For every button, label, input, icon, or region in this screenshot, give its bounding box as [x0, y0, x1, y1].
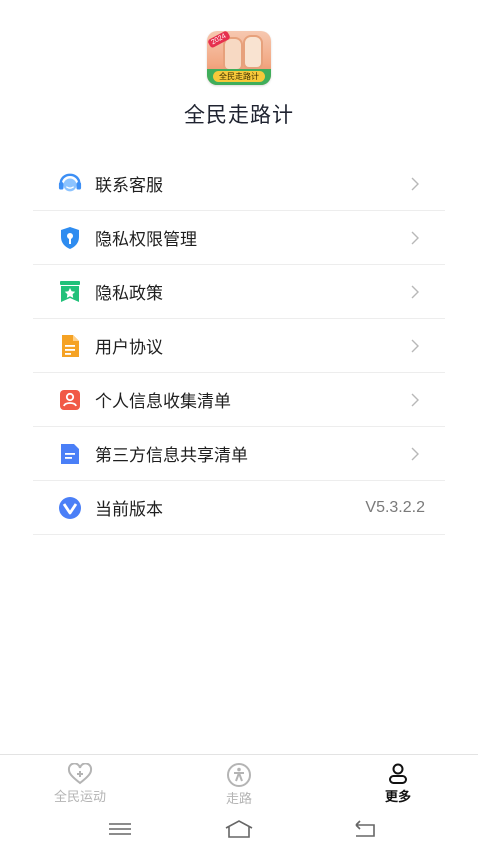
version-value: V5.3.2.2	[365, 498, 425, 516]
menu-item-privacy-permissions[interactable]: 隐私权限管理	[33, 211, 445, 265]
tab-sports[interactable]: 全民运动	[30, 763, 130, 805]
home-icon[interactable]	[224, 818, 254, 840]
menu-label: 个人信息收集清单	[95, 392, 231, 411]
logo-foot-left	[223, 37, 243, 71]
tab-walk[interactable]: 走路	[189, 763, 289, 807]
chevron-right-icon	[411, 177, 419, 191]
agreement-document-icon	[58, 334, 82, 358]
bottom-tab-bar: 全民运动 走路 更多	[0, 754, 478, 810]
customer-service-icon	[58, 172, 82, 196]
chevron-right-icon	[411, 231, 419, 245]
menu-item-privacy-policy[interactable]: 隐私政策	[33, 265, 445, 319]
menu-label: 用户协议	[95, 338, 163, 357]
tab-more[interactable]: 更多	[348, 763, 448, 805]
logo-foot-right	[243, 35, 263, 69]
menu-icon[interactable]	[105, 818, 135, 840]
back-icon[interactable]	[350, 818, 380, 840]
menu-label: 隐私政策	[95, 284, 163, 303]
menu-label: 当前版本	[95, 500, 163, 519]
version-v-icon	[58, 496, 82, 520]
menu-item-current-version: 当前版本 V5.3.2.2	[33, 481, 445, 535]
menu-item-user-agreement[interactable]: 用户协议	[33, 319, 445, 373]
menu-label: 第三方信息共享清单	[95, 446, 248, 465]
personal-info-icon	[58, 388, 82, 412]
third-party-list-icon	[58, 442, 82, 466]
chevron-right-icon	[411, 447, 419, 461]
heart-plus-icon	[67, 763, 93, 785]
user-icon	[389, 763, 407, 784]
policy-bookmark-icon	[58, 280, 82, 304]
menu-item-personal-info-list[interactable]: 个人信息收集清单	[33, 373, 445, 427]
app-logo: 2024 全民走路计	[207, 31, 271, 85]
logo-label: 全民走路计	[213, 71, 265, 82]
menu-label: 联系客服	[95, 176, 163, 195]
tab-label: 全民运动	[53, 789, 106, 804]
privacy-shield-icon	[58, 226, 82, 250]
walk-icon	[227, 763, 251, 787]
menu-item-third-party-list[interactable]: 第三方信息共享清单	[33, 427, 445, 481]
chevron-right-icon	[411, 339, 419, 353]
menu-item-customer-service[interactable]: 联系客服	[33, 157, 445, 211]
chevron-right-icon	[411, 393, 419, 407]
app-title: 全民走路计	[184, 104, 294, 127]
tab-label: 更多	[384, 789, 411, 804]
chevron-right-icon	[411, 285, 419, 299]
tab-label: 走路	[225, 791, 252, 806]
system-navigation-bar	[0, 809, 478, 850]
menu-label: 隐私权限管理	[95, 230, 197, 249]
settings-menu: 联系客服 隐私权限管理 隐私政策 用户协议 个人信息收集清单 第三方信息共享清单…	[33, 157, 445, 535]
